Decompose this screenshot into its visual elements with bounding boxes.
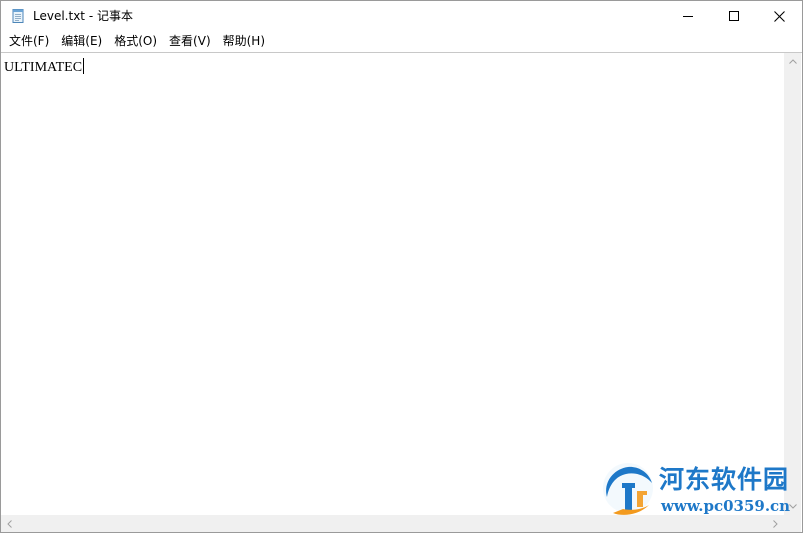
menu-file[interactable]: 文件(F)	[3, 31, 55, 51]
menu-help[interactable]: 帮助(H)	[217, 31, 271, 51]
vertical-scrollbar[interactable]	[784, 53, 801, 515]
menu-edit[interactable]: 编辑(E)	[55, 31, 108, 51]
maximize-button[interactable]	[711, 1, 757, 31]
scroll-down-button[interactable]	[784, 498, 801, 515]
scroll-right-button[interactable]	[767, 515, 784, 532]
maximize-icon	[729, 11, 739, 21]
chevron-up-icon	[788, 59, 797, 64]
chevron-right-icon	[773, 519, 778, 528]
scroll-left-button[interactable]	[1, 515, 18, 532]
notepad-icon	[10, 8, 26, 24]
notepad-window: Level.txt - 记事本 文件(F) 编辑(E) 格式(O) 查看(V) …	[0, 0, 803, 533]
menu-view[interactable]: 查看(V)	[163, 31, 217, 51]
menu-bar: 文件(F) 编辑(E) 格式(O) 查看(V) 帮助(H)	[1, 31, 802, 51]
editor-text: ULTIMATEC	[4, 60, 83, 75]
horizontal-scrollbar[interactable]	[1, 515, 784, 532]
scroll-up-button[interactable]	[784, 53, 801, 70]
text-editor[interactable]: ULTIMATEC	[1, 53, 784, 515]
window-title: Level.txt - 记事本	[33, 9, 133, 23]
chevron-left-icon	[7, 519, 12, 528]
minimize-button[interactable]	[665, 1, 711, 31]
title-bar[interactable]: Level.txt - 记事本	[1, 1, 802, 31]
editor-frame: ULTIMATEC	[1, 52, 802, 532]
menu-format[interactable]: 格式(O)	[108, 31, 163, 51]
close-button[interactable]	[756, 1, 802, 31]
scrollbar-corner	[784, 515, 801, 532]
close-icon	[773, 10, 785, 22]
text-caret	[83, 58, 85, 74]
chevron-down-icon	[788, 504, 797, 509]
minimize-icon	[683, 16, 693, 17]
